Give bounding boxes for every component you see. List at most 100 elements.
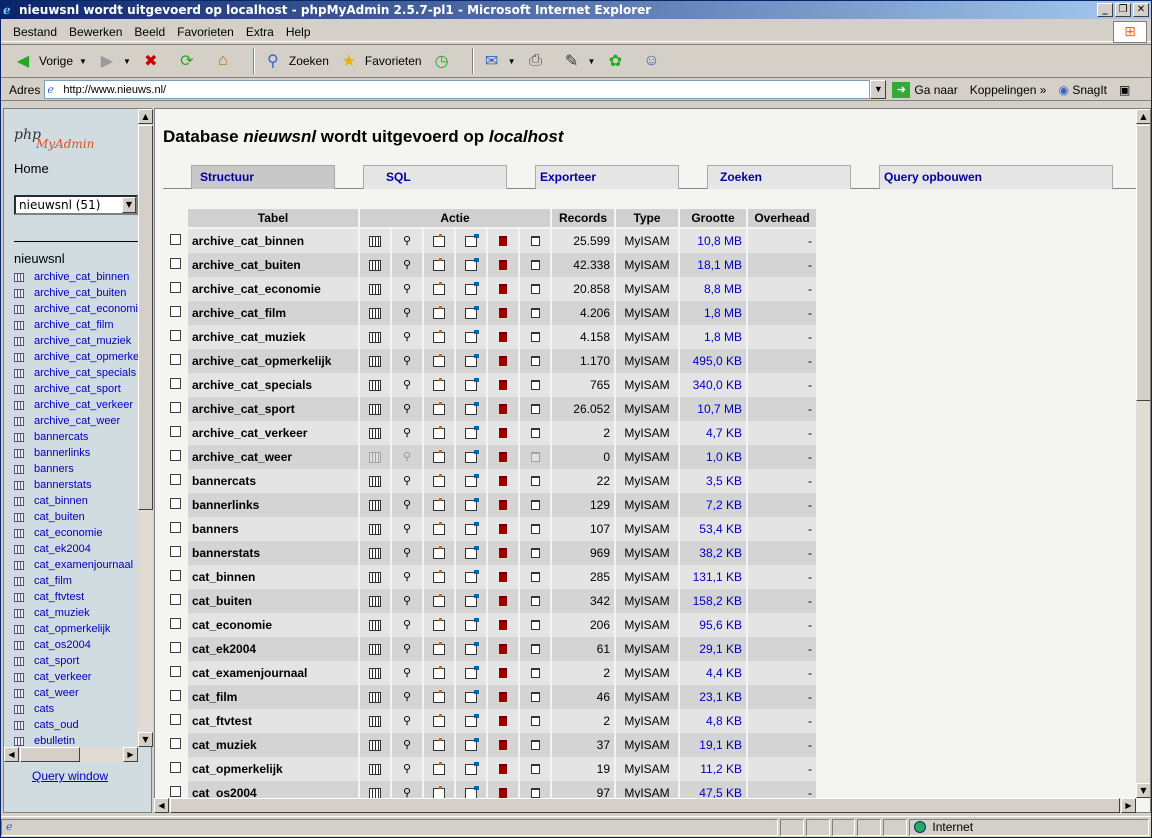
insert-icon[interactable] [433, 641, 445, 655]
menu-item-bewerken[interactable]: Bewerken [63, 25, 128, 39]
scroll-left-icon[interactable]: ◀ [154, 798, 169, 813]
sidebar-table-item[interactable]: bannercats [14, 429, 139, 445]
drop-icon[interactable] [499, 332, 507, 343]
empty-icon[interactable] [530, 692, 540, 703]
table-icon[interactable] [14, 432, 24, 442]
browse-icon[interactable] [369, 427, 381, 439]
row-checkbox[interactable] [170, 282, 181, 293]
insert-icon[interactable] [433, 257, 445, 271]
properties-icon[interactable] [465, 665, 479, 679]
sidebar-table-label[interactable]: cats_oud [34, 719, 79, 731]
home-link[interactable]: Home [14, 161, 49, 176]
sidebar-table-item[interactable]: cats [14, 701, 139, 717]
sidebar-table-label[interactable]: ebulletin [34, 735, 75, 747]
scroll-thumb[interactable] [1136, 125, 1150, 401]
row-checkbox[interactable] [170, 402, 181, 413]
sidebar-table-item[interactable]: archive_cat_specials [14, 365, 139, 381]
insert-icon[interactable] [433, 449, 445, 463]
drop-icon[interactable] [499, 260, 507, 271]
table-icon[interactable] [14, 464, 24, 474]
history-button[interactable]: ◷ [430, 49, 458, 73]
sidebar-table-item[interactable]: ebulletin [14, 733, 139, 747]
sidebar-table-item[interactable]: cat_sport [14, 653, 139, 669]
sidebar-table-item[interactable]: archive_cat_verkeer [14, 397, 139, 413]
select-icon[interactable]: ⚲ [401, 715, 413, 727]
empty-icon[interactable] [530, 740, 540, 751]
empty-icon[interactable] [530, 788, 540, 799]
row-checkbox[interactable] [170, 546, 181, 557]
favorites-button[interactable]: ★ Favorieten [337, 49, 422, 73]
insert-icon[interactable] [433, 281, 445, 295]
size-link[interactable]: 4,7 KB [680, 421, 746, 445]
properties-icon[interactable] [465, 545, 479, 559]
drop-icon[interactable] [499, 356, 507, 367]
insert-icon[interactable] [433, 785, 445, 799]
sidebar-table-label[interactable]: cat_muziek [34, 607, 90, 619]
size-link[interactable]: 340,0 KB [680, 373, 746, 397]
size-link[interactable]: 1,8 MB [680, 301, 746, 325]
size-link[interactable]: 8,8 MB [680, 277, 746, 301]
table-icon[interactable] [14, 336, 24, 346]
properties-icon[interactable] [465, 281, 479, 295]
browse-icon[interactable] [369, 739, 381, 751]
icq-button[interactable]: ✿ [603, 49, 631, 73]
address-dropdown-icon[interactable]: ▼ [870, 80, 887, 99]
size-link[interactable]: 1,8 MB [680, 325, 746, 349]
scroll-right-icon[interactable]: ▶ [123, 747, 138, 762]
insert-icon[interactable] [433, 521, 445, 535]
table-icon[interactable] [14, 576, 24, 586]
row-checkbox[interactable] [170, 570, 181, 581]
sidebar-table-item[interactable]: banners [14, 461, 139, 477]
size-link[interactable]: 95,6 KB [680, 613, 746, 637]
tab-zoeken[interactable]: Zoeken [707, 165, 851, 189]
select-icon[interactable]: ⚲ [401, 691, 413, 703]
scroll-up-icon[interactable]: ▲ [138, 109, 153, 124]
properties-icon[interactable] [465, 761, 479, 775]
scroll-down-icon[interactable]: ▼ [138, 732, 153, 747]
forward-button[interactable]: ▶ ▼ [95, 49, 131, 73]
table-icon[interactable] [14, 496, 24, 506]
sidebar-table-label[interactable]: cat_film [34, 575, 72, 587]
select-icon[interactable]: ⚲ [401, 667, 413, 679]
stop-button[interactable]: ✖ [139, 49, 167, 73]
insert-icon[interactable] [433, 497, 445, 511]
sidebar-table-label[interactable]: archive_cat_binnen [34, 271, 129, 283]
browse-icon[interactable] [369, 355, 381, 367]
table-icon[interactable] [14, 480, 24, 490]
browse-icon[interactable] [369, 499, 381, 511]
sidebar-table-item[interactable]: bannerstats [14, 477, 139, 493]
back-dropdown-icon[interactable]: ▼ [79, 57, 87, 66]
forward-dropdown-icon[interactable]: ▼ [123, 57, 131, 66]
insert-icon[interactable] [433, 233, 445, 247]
sidebar-table-label[interactable]: cat_weer [34, 687, 79, 699]
scroll-thumb[interactable] [138, 125, 153, 510]
properties-icon[interactable] [465, 593, 479, 607]
empty-icon[interactable] [530, 332, 540, 343]
refresh-button[interactable]: ⟳ [175, 49, 203, 73]
empty-icon[interactable] [530, 572, 540, 583]
drop-icon[interactable] [499, 548, 507, 559]
drop-icon[interactable] [499, 404, 507, 415]
table-icon[interactable] [14, 592, 24, 602]
size-link[interactable]: 10,7 MB [680, 397, 746, 421]
scroll-up-icon[interactable]: ▲ [1136, 109, 1150, 124]
phpmyadmin-logo[interactable]: php MyAdmin [14, 127, 94, 151]
empty-icon[interactable] [530, 308, 540, 319]
browse-icon[interactable] [369, 643, 381, 655]
size-link[interactable]: 3,5 KB [680, 469, 746, 493]
size-link[interactable]: 131,1 KB [680, 565, 746, 589]
select-icon[interactable]: ⚲ [401, 571, 413, 583]
drop-icon[interactable] [499, 596, 507, 607]
empty-icon[interactable] [530, 620, 540, 631]
menu-item-beeld[interactable]: Beeld [128, 25, 171, 39]
properties-icon[interactable] [465, 353, 479, 367]
properties-icon[interactable] [465, 497, 479, 511]
row-checkbox[interactable] [170, 354, 181, 365]
row-checkbox[interactable] [170, 522, 181, 533]
sidebar-table-item[interactable]: cat_muziek [14, 605, 139, 621]
browse-icon[interactable] [369, 667, 381, 679]
size-link[interactable]: 4,8 KB [680, 709, 746, 733]
sidebar-table-item[interactable]: archive_cat_binnen [14, 269, 139, 285]
browse-icon[interactable] [369, 595, 381, 607]
sidebar-table-label[interactable]: cat_opmerkelijk [34, 623, 110, 635]
